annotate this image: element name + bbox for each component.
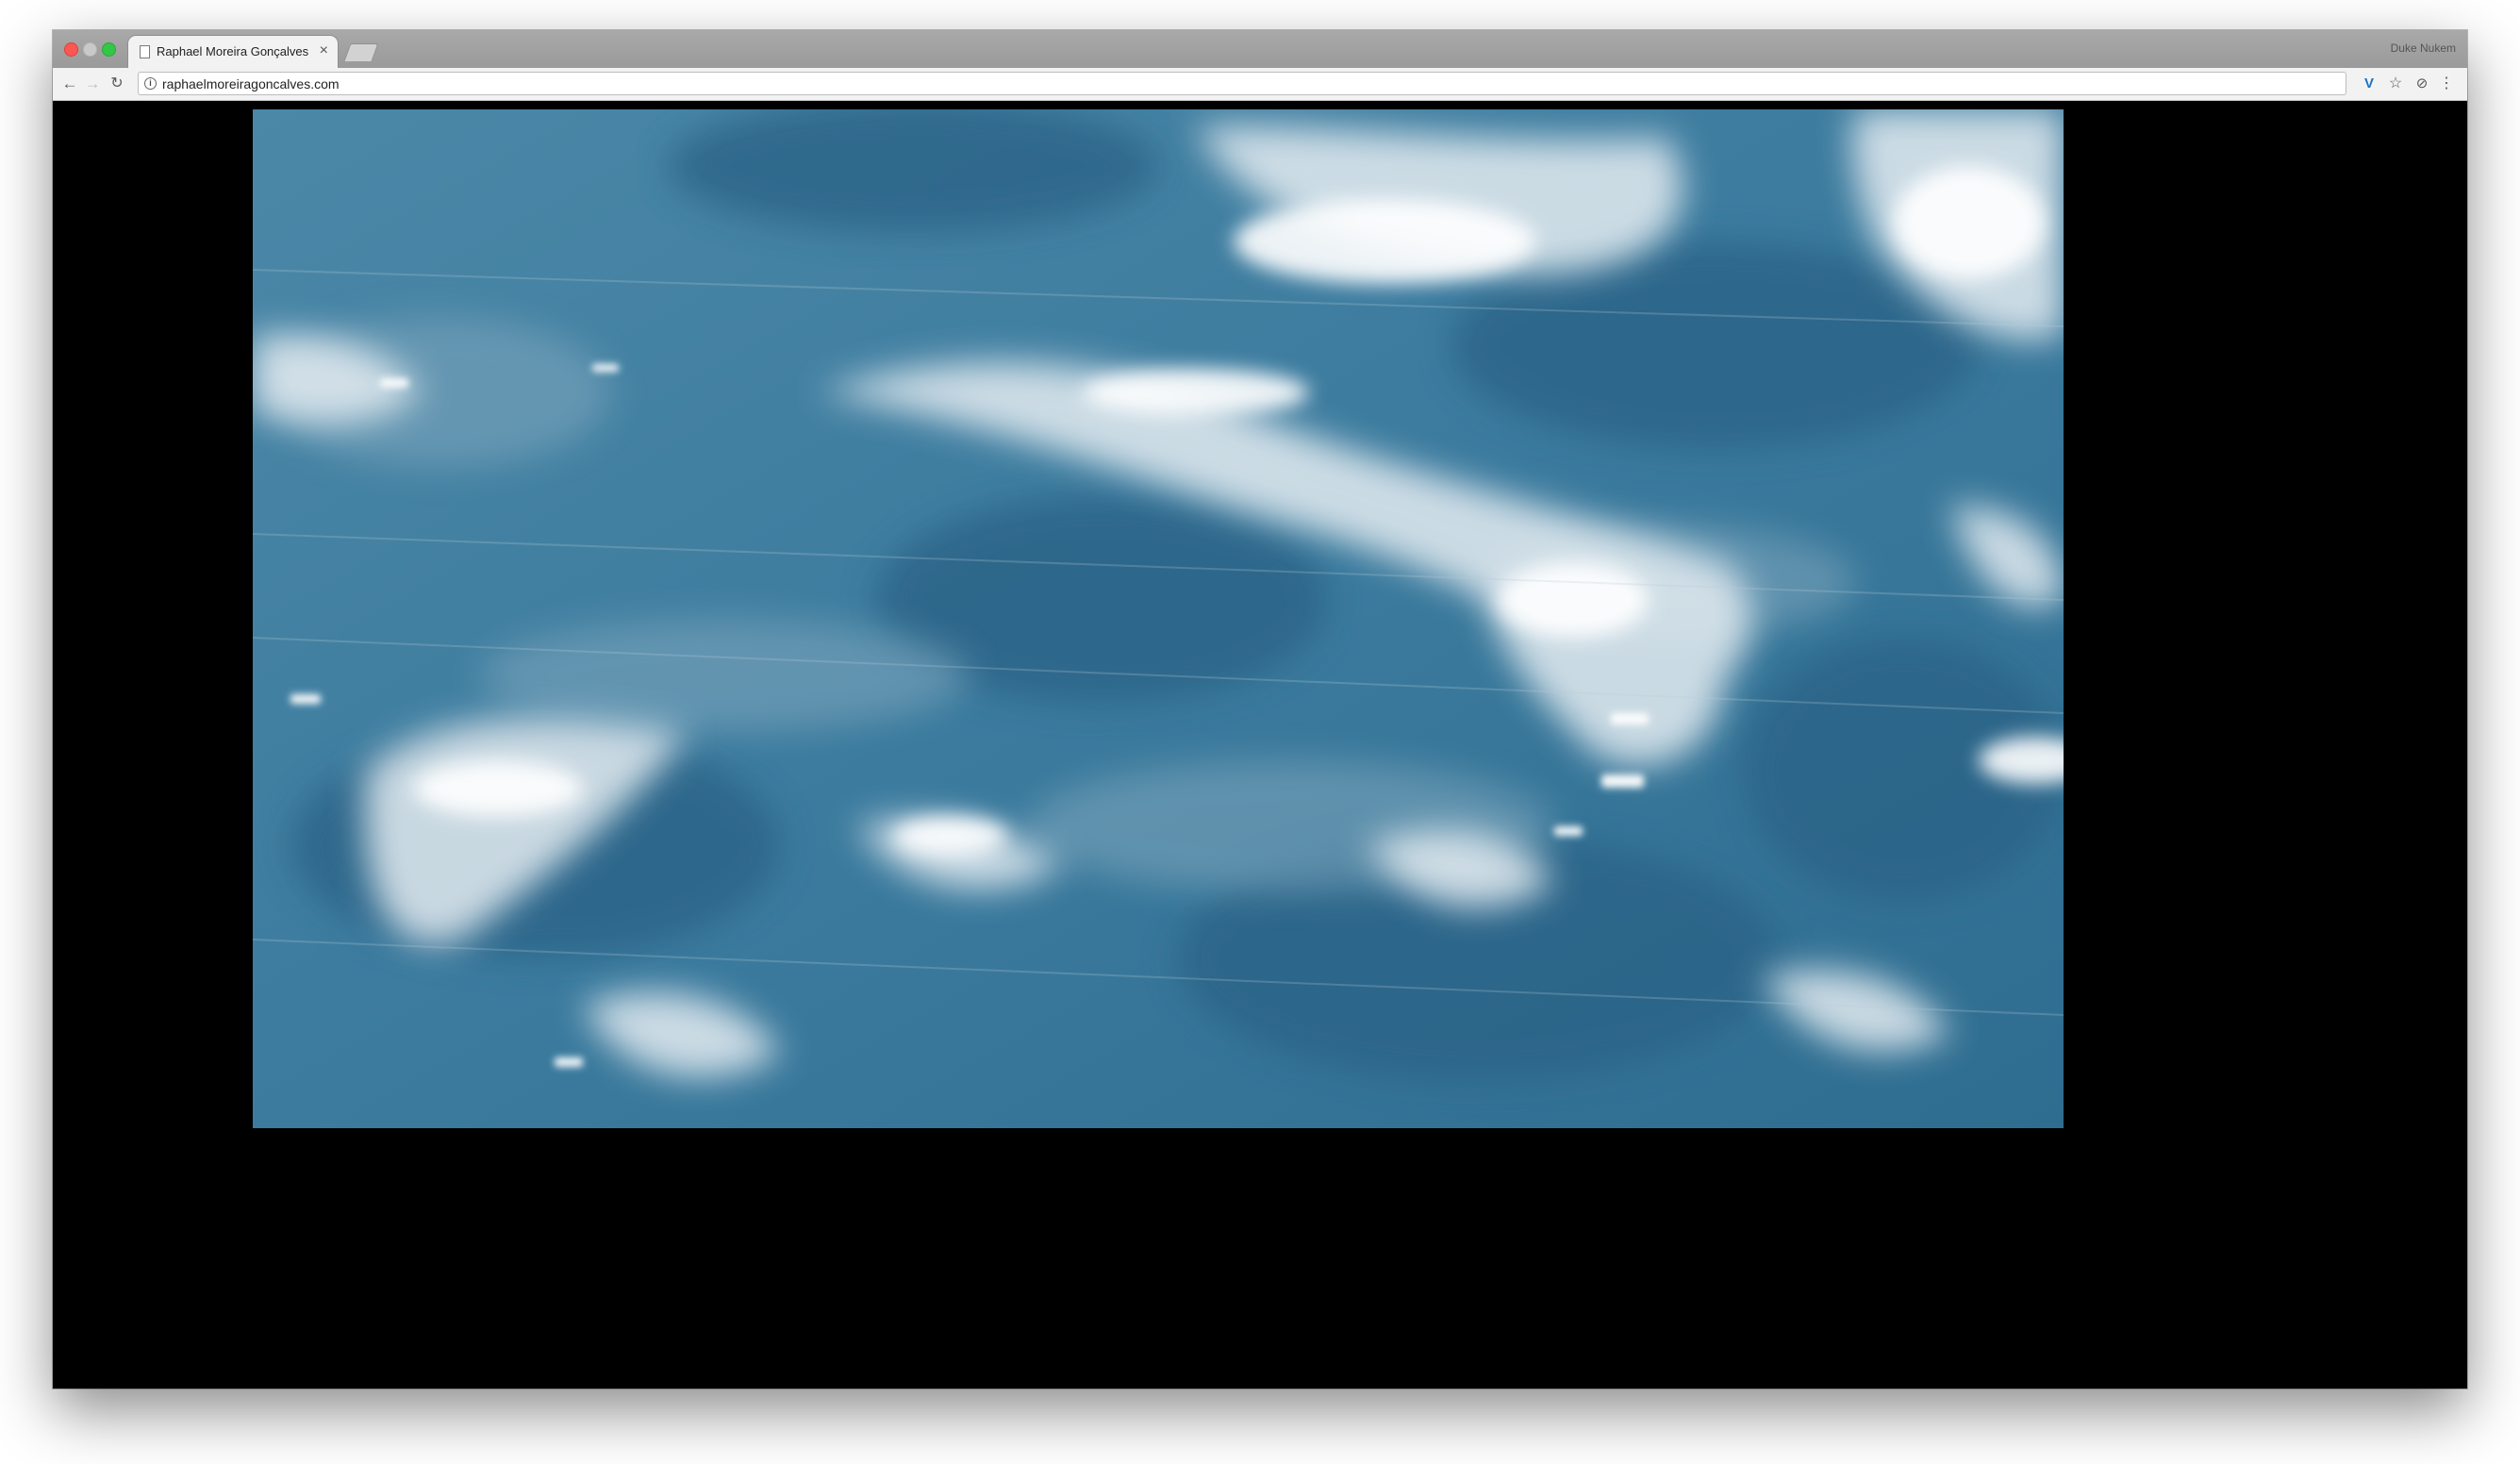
page-icon — [140, 45, 150, 58]
forward-icon[interactable]: → — [81, 73, 104, 95]
browser-window: Raphael Moreira Gonçalves × Duke Nukem ←… — [53, 30, 2467, 1389]
browser-tab[interactable]: Raphael Moreira Gonçalves × — [128, 36, 338, 69]
water-surface-image — [253, 109, 2064, 1128]
browser-toolbar: ← → ↻ i raphaelmoreiragoncalves.com V ☆ … — [53, 68, 2467, 101]
window-minimize-button[interactable] — [83, 42, 97, 57]
back-icon[interactable]: ← — [58, 73, 81, 95]
new-tab-button[interactable] — [343, 43, 379, 61]
site-info-icon[interactable]: i — [144, 77, 157, 90]
profile-name[interactable]: Duke Nukem — [2391, 42, 2456, 55]
window-close-button[interactable] — [64, 42, 78, 57]
tab-title: Raphael Moreira Gonçalves — [157, 44, 309, 58]
reload-icon[interactable]: ↻ — [106, 73, 128, 95]
water-video[interactable] — [253, 109, 2064, 1128]
extension-circle-icon[interactable]: ⊘ — [2412, 75, 2431, 93]
browser-menu-icon[interactable]: ⋮ — [2437, 75, 2456, 93]
page-viewport — [53, 101, 2467, 1389]
url-text[interactable]: raphaelmoreiragoncalves.com — [162, 76, 340, 92]
tab-strip: Raphael Moreira Gonçalves × Duke Nukem — [53, 30, 2467, 69]
extension-v-icon[interactable]: V — [2360, 75, 2379, 93]
tab-close-icon[interactable]: × — [320, 42, 328, 59]
window-maximize-button[interactable] — [102, 42, 116, 57]
bookmark-star-icon[interactable]: ☆ — [2386, 75, 2405, 93]
address-bar[interactable]: i raphaelmoreiragoncalves.com — [138, 72, 2346, 95]
